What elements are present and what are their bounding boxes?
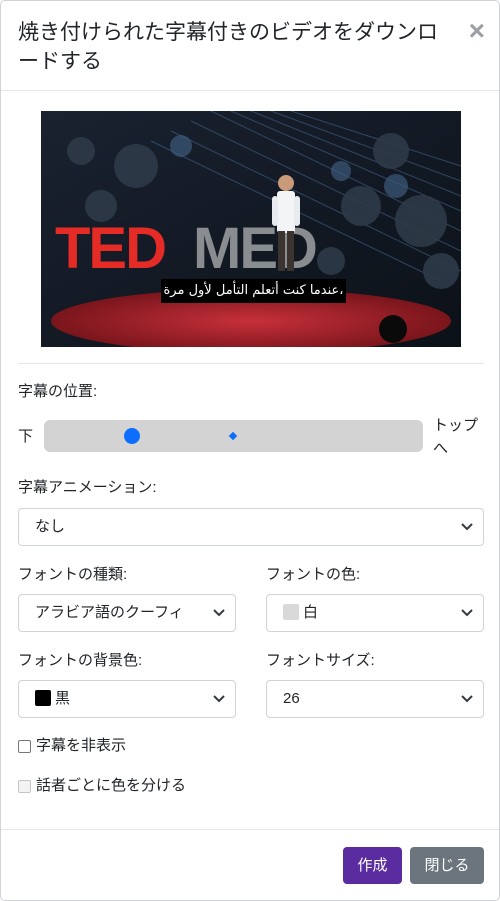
animation-select[interactable]: なし xyxy=(18,508,484,546)
font-size-selected-value: 26 xyxy=(283,690,300,707)
color-by-speaker-checkbox xyxy=(18,779,31,793)
video-preview[interactable]: TED MED عندما كنت أتعلم التأمل لأول مرة، xyxy=(41,111,461,347)
font-color-swatch xyxy=(283,604,299,620)
footer-divider xyxy=(1,829,499,830)
position-slider[interactable] xyxy=(44,420,423,452)
subtitle-overlay: عندما كنت أتعلم التأمل لأول مرة، xyxy=(161,279,346,303)
modal-title: 焼き付けられた字幕付きのビデオをダウンロードする xyxy=(18,21,438,73)
section-divider xyxy=(18,363,484,364)
chevron-down-icon xyxy=(461,695,473,703)
svg-text:TED: TED xyxy=(55,216,165,281)
chevron-down-icon xyxy=(213,695,225,703)
position-label: 字幕の位置: xyxy=(18,383,98,400)
font-color-label: フォントの色: xyxy=(266,566,361,583)
bg-color-swatch xyxy=(35,690,51,706)
video-still-image: TED MED xyxy=(41,111,461,347)
download-video-modal: 焼き付けられた字幕付きのビデオをダウンロードする × TED MED عندما… xyxy=(0,0,500,901)
bg-color-select[interactable]: 黒 xyxy=(18,680,236,718)
color-by-speaker-label: 話者ごとに色を分ける xyxy=(36,777,187,794)
bg-color-label: フォントの背景色: xyxy=(18,652,143,669)
slider-thumb[interactable] xyxy=(124,428,140,444)
hide-subtitles-checkbox[interactable] xyxy=(18,739,31,753)
slider-midpoint-marker xyxy=(228,431,238,441)
hide-subtitles-label: 字幕を非表示 xyxy=(36,737,127,754)
animation-label: 字幕アニメーション: xyxy=(18,479,157,496)
bg-color-selected-value: 黒 xyxy=(55,690,71,707)
color-by-speaker-option: 話者ごとに色を分ける xyxy=(18,776,186,796)
create-button[interactable]: 作成 xyxy=(343,847,402,884)
position-min-label: 下 xyxy=(18,428,34,445)
chevron-down-icon xyxy=(461,609,473,617)
font-color-selected-value: 白 xyxy=(303,604,319,621)
font-type-label: フォントの種類: xyxy=(18,566,128,583)
hide-subtitles-option[interactable]: 字幕を非表示 xyxy=(18,736,126,756)
font-color-select[interactable]: 白 xyxy=(266,594,484,632)
chevron-down-icon xyxy=(213,609,225,617)
animation-selected-value: なし xyxy=(35,518,66,535)
modal-header: 焼き付けられた字幕付きのビデオをダウンロードする × xyxy=(1,1,499,91)
chevron-down-icon xyxy=(461,523,473,531)
font-size-label: フォントサイズ: xyxy=(266,652,375,669)
font-type-select[interactable]: アラビア語のクーフィ xyxy=(18,594,236,632)
position-max-label: トップへ xyxy=(433,417,479,457)
font-type-selected-value: アラビア語のクーフィ xyxy=(35,604,184,621)
close-icon[interactable]: × xyxy=(469,17,485,45)
font-size-select[interactable]: 26 xyxy=(266,680,484,718)
close-button[interactable]: 閉じる xyxy=(410,847,484,884)
